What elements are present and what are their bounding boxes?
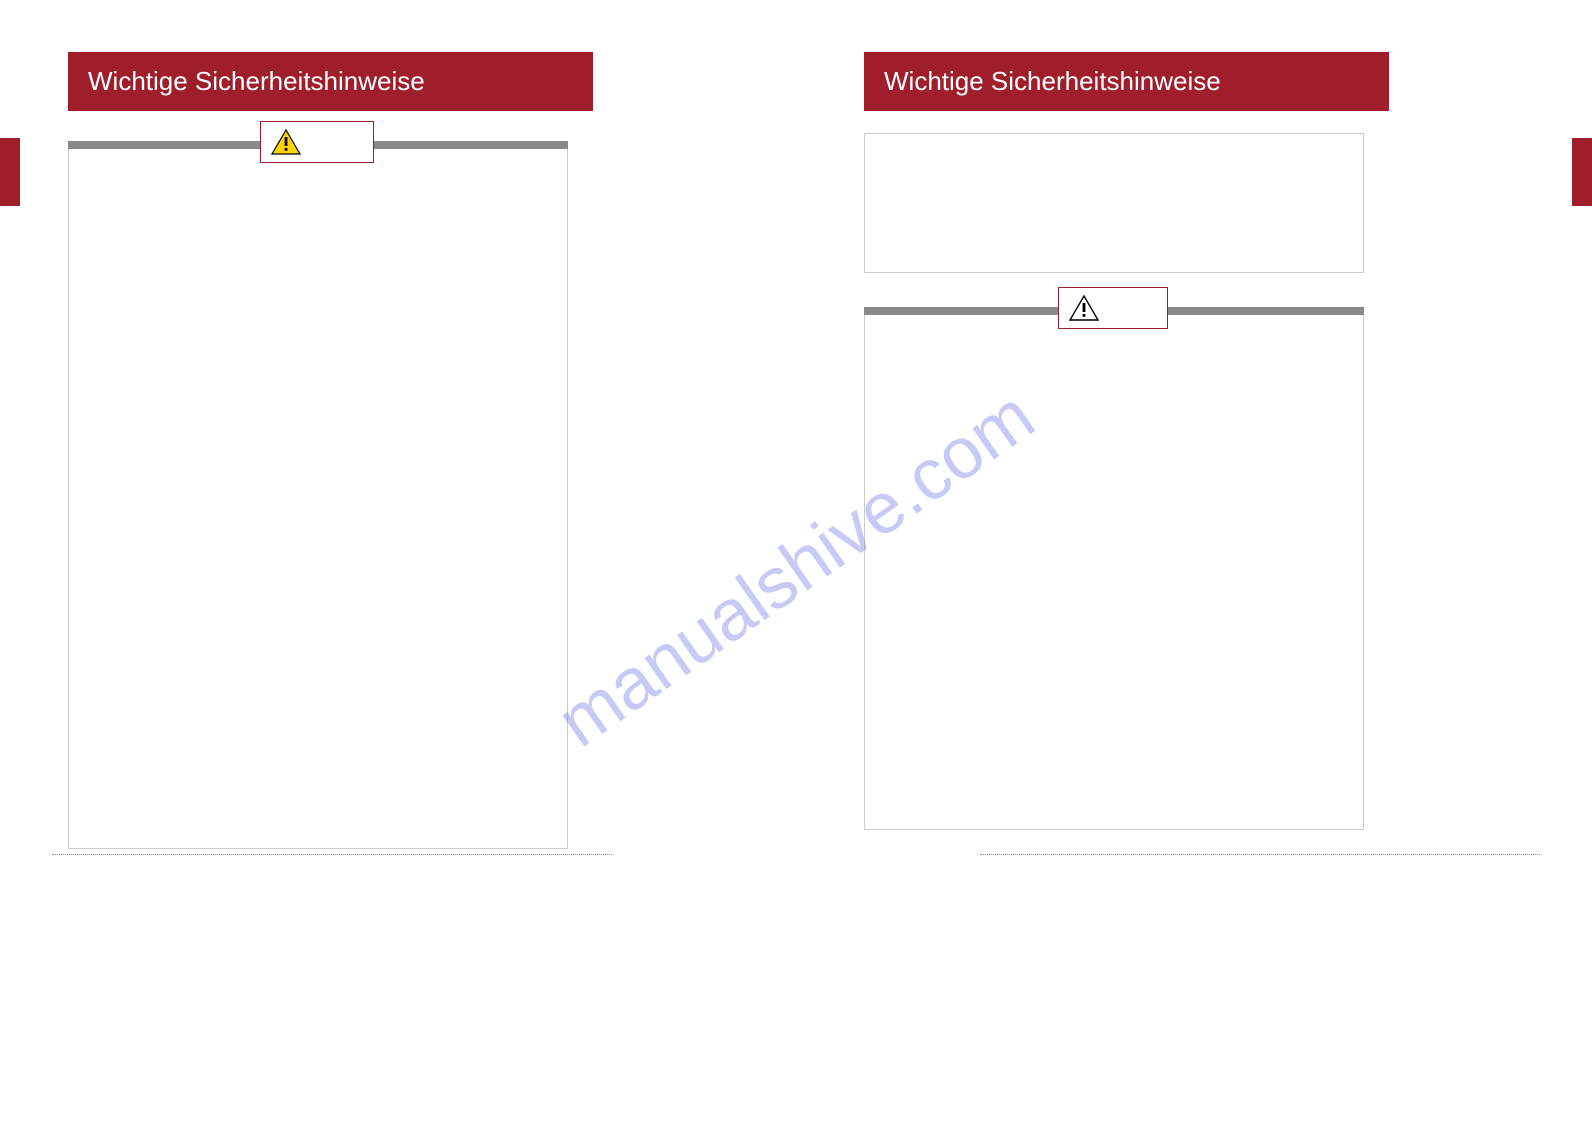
section-header-left: Wichtige Sicherheitshinweise <box>68 52 593 111</box>
content-frame-left <box>68 149 568 849</box>
section-header-right: Wichtige Sicherheitshinweise <box>864 52 1389 111</box>
edge-tab-right <box>1572 138 1592 206</box>
manual-page-left: Wichtige Sicherheitshinweise <box>0 0 796 1137</box>
footer-divider-right <box>980 854 1540 855</box>
section-title-right: Wichtige Sicherheitshinweise <box>884 66 1221 96</box>
manual-page-right: Wichtige Sicherheitshinweise <box>796 0 1592 1137</box>
edge-tab-left <box>0 138 20 206</box>
content-frame-right-upper <box>864 133 1364 273</box>
section-title-left: Wichtige Sicherheitshinweise <box>88 66 425 96</box>
footer-divider-left <box>52 854 612 855</box>
content-frame-right-lower <box>864 315 1364 830</box>
